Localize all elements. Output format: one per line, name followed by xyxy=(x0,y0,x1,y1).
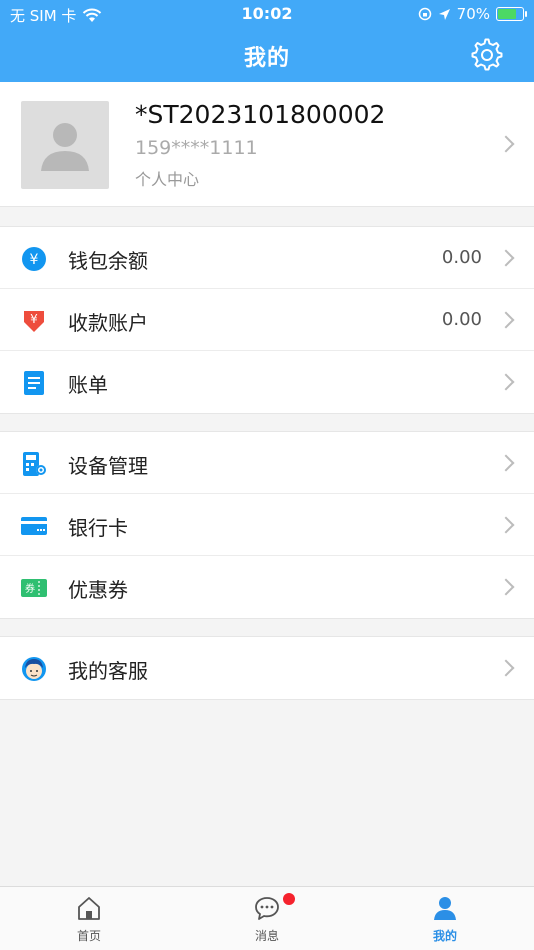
coupon-icon-glyph: 券 xyxy=(25,582,35,595)
receive-account-value: 0.00 xyxy=(441,309,482,330)
row-customer-service[interactable]: 我的客服 xyxy=(0,637,534,699)
bill-icon xyxy=(24,371,44,395)
profile-phone: 159****1111 xyxy=(135,137,258,159)
row-wallet-balance[interactable]: ¥ 钱包余额 0.00 xyxy=(0,227,534,289)
row-device-management[interactable]: 设备管理 xyxy=(0,432,534,494)
location-icon xyxy=(438,8,450,20)
header: 无 SIM 卡 10:02 70% 我的 xyxy=(0,0,534,82)
chevron-right-icon xyxy=(497,249,515,267)
finance-group: ¥ 钱包余额 0.00 ¥ 收款账户 0.00 账单 xyxy=(0,226,534,414)
default-avatar-icon xyxy=(41,123,89,171)
tab-messages-label: 消息 xyxy=(254,929,279,943)
row-coupon[interactable]: 券 优惠券 xyxy=(0,556,534,618)
coupon-label: 优惠券 xyxy=(68,578,128,602)
tab-mine-label: 我的 xyxy=(432,929,457,943)
customer-service-label: 我的客服 xyxy=(68,659,148,683)
message-badge xyxy=(283,893,295,905)
battery-percent: 70% xyxy=(456,5,490,23)
device-management-label: 设备管理 xyxy=(68,454,148,478)
chevron-right-icon xyxy=(497,454,515,472)
receive-account-label: 收款账户 xyxy=(68,311,148,335)
wallet-balance-label: 钱包余额 xyxy=(68,249,148,273)
device-group: 设备管理 银行卡 券 优惠券 xyxy=(0,431,534,619)
tab-messages[interactable]: 消息 xyxy=(178,887,356,950)
bank-card-label: 银行卡 xyxy=(68,516,128,540)
status-bar: 无 SIM 卡 10:02 70% xyxy=(0,0,534,28)
chevron-right-icon xyxy=(497,373,515,391)
avatar xyxy=(21,101,109,189)
message-icon xyxy=(255,897,279,920)
chevron-right-icon xyxy=(497,135,515,153)
tab-bar: 首页 消息 我的 xyxy=(0,886,534,950)
page-title: 我的 xyxy=(243,46,290,71)
settings-gear-icon[interactable] xyxy=(470,38,504,72)
customer-service-icon xyxy=(22,657,46,681)
profile-center-label: 个人中心 xyxy=(135,170,200,189)
chevron-right-icon xyxy=(497,516,515,534)
home-icon xyxy=(78,897,100,920)
user-icon xyxy=(434,897,456,920)
row-bill[interactable]: 账单 xyxy=(0,351,534,413)
wallet-balance-value: 0.00 xyxy=(441,247,482,268)
wallet-icon-glyph: ¥ xyxy=(30,252,39,268)
battery-icon xyxy=(496,7,527,21)
service-group: 我的客服 xyxy=(0,636,534,700)
profile-card[interactable]: *ST2023101800002 159****1111 个人中心 xyxy=(0,82,534,207)
row-receive-account[interactable]: ¥ 收款账户 0.00 xyxy=(0,289,534,351)
tab-home-label: 首页 xyxy=(76,929,101,943)
receive-account-icon-glyph: ¥ xyxy=(30,312,38,326)
device-icon xyxy=(23,452,46,476)
chevron-right-icon xyxy=(497,659,515,677)
bank-card-icon xyxy=(21,517,47,535)
row-bank-card[interactable]: 银行卡 xyxy=(0,494,534,556)
receive-account-icon: ¥ xyxy=(24,311,44,332)
profile-name: *ST2023101800002 xyxy=(135,100,386,129)
tab-home[interactable]: 首页 xyxy=(0,887,178,950)
bill-label: 账单 xyxy=(68,373,108,397)
orientation-lock-icon xyxy=(418,7,431,21)
chevron-right-icon xyxy=(497,578,515,596)
wallet-icon: ¥ xyxy=(22,247,46,271)
coupon-icon: 券 xyxy=(21,579,47,597)
status-right: 70% xyxy=(418,5,527,23)
tab-mine[interactable]: 我的 xyxy=(356,887,534,950)
chevron-right-icon xyxy=(497,311,515,329)
